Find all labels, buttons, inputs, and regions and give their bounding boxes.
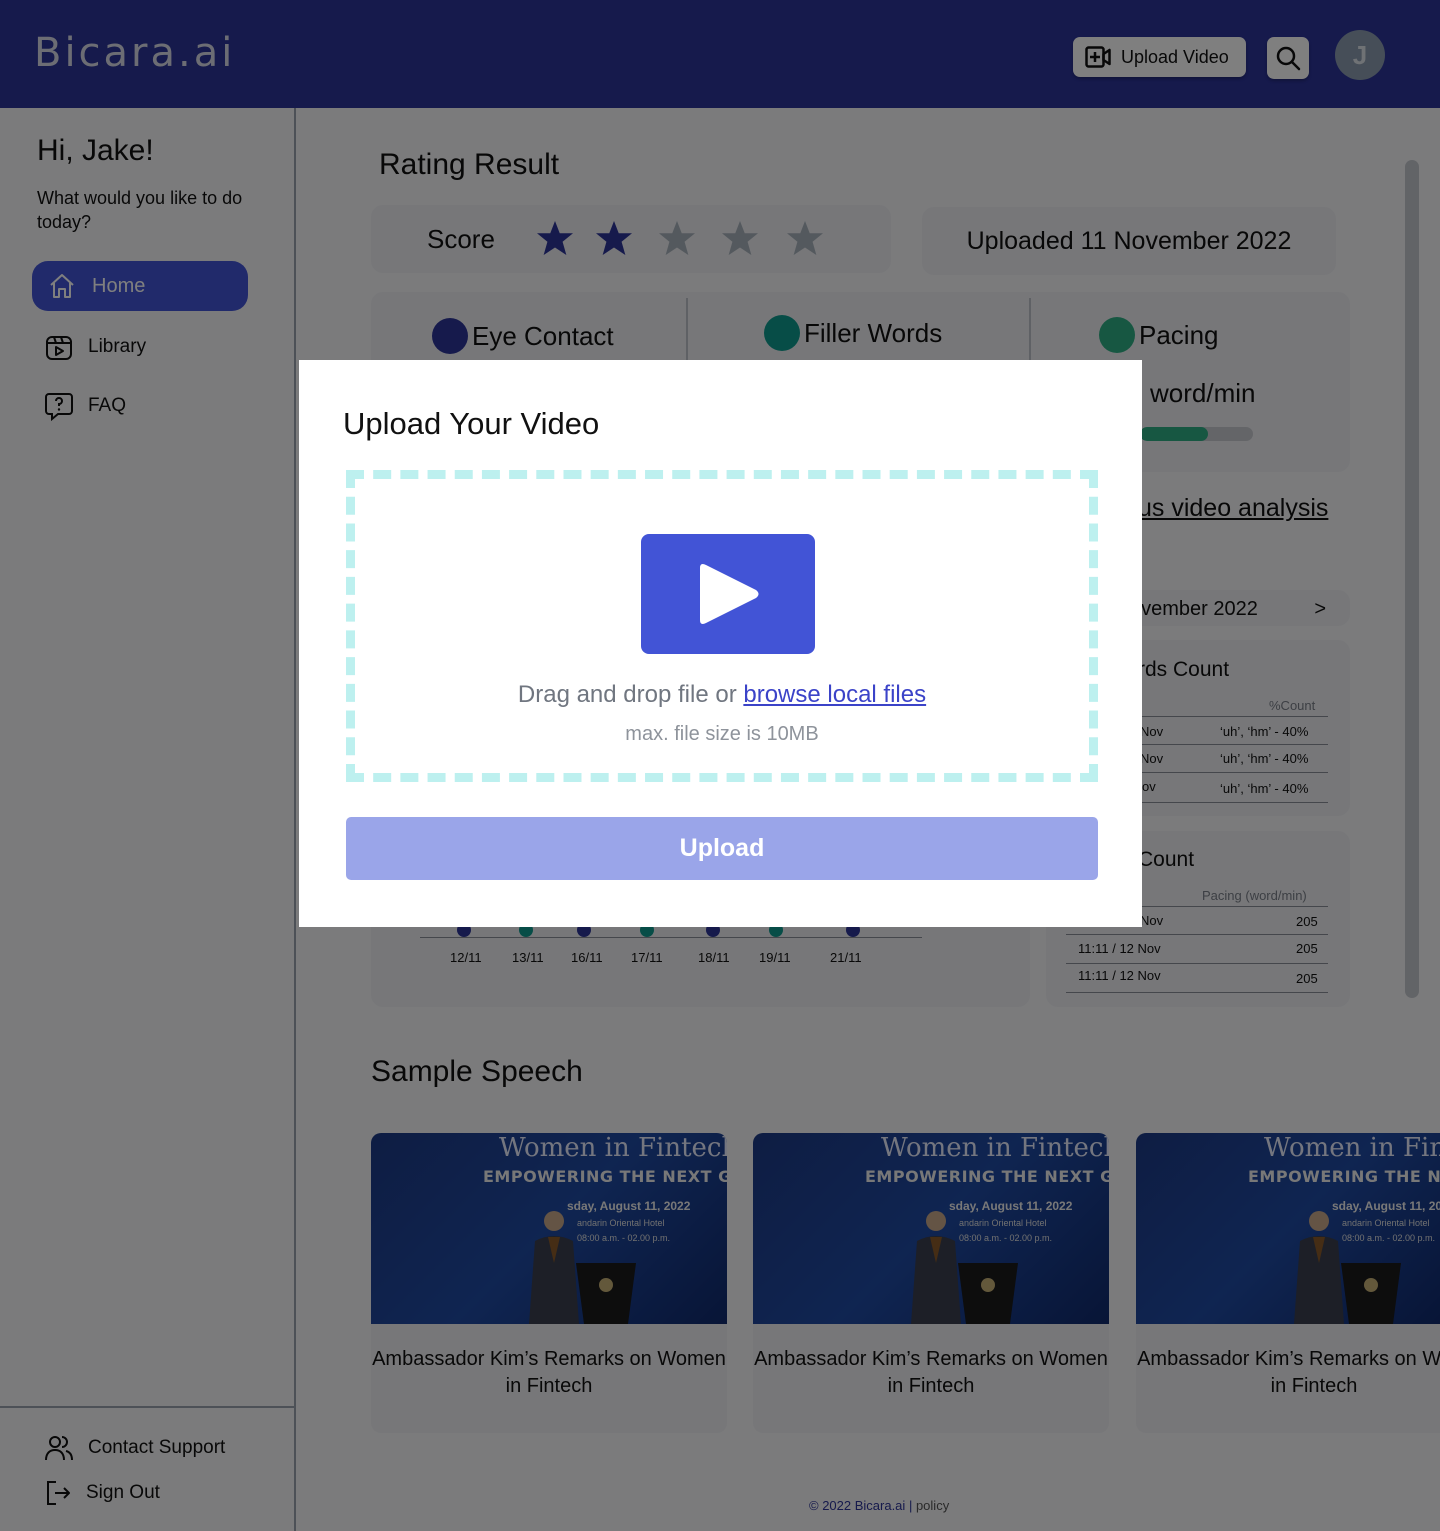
file-dropzone[interactable]: Drag and drop file or browse local files… bbox=[346, 470, 1098, 782]
browse-files-link[interactable]: browse local files bbox=[743, 681, 926, 708]
drop-text: Drag and drop file or bbox=[517, 681, 737, 708]
max-file-size: max. file size is 10MB bbox=[625, 723, 819, 745]
modal-title: Upload Your Video bbox=[343, 406, 600, 441]
upload-button[interactable]: Upload bbox=[346, 817, 1098, 880]
upload-modal: Upload Your Video Drag and drop file or … bbox=[299, 360, 1142, 927]
video-file-icon bbox=[641, 534, 815, 654]
dropzone-instructions: Drag and drop file or browse local files bbox=[355, 681, 1089, 709]
play-icon bbox=[700, 564, 759, 624]
